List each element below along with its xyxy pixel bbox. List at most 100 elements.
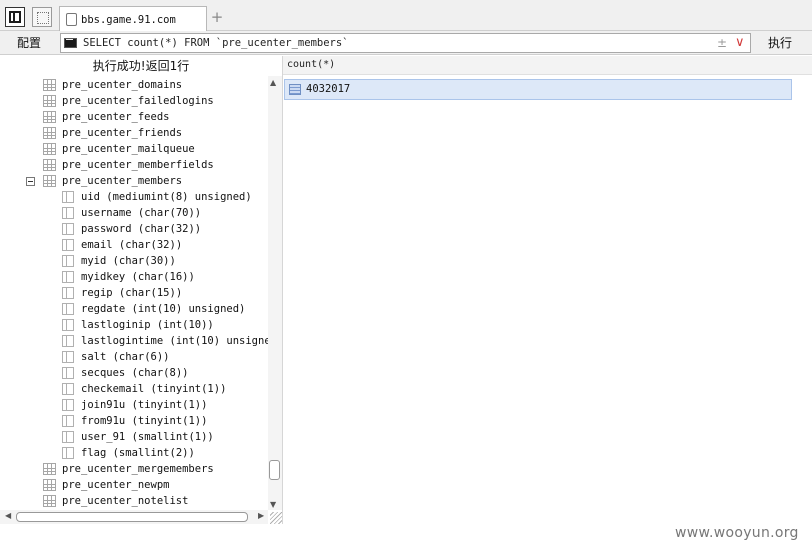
tree-item-column[interactable]: flag (smallint(2)) [0,445,268,461]
tree-item-table-expanded[interactable]: pre_ucenter_members [0,173,268,189]
status-text: 执行成功!返回1行 [92,59,190,73]
sidebar-toggle-button[interactable] [5,7,25,27]
column-icon [62,415,74,427]
tree-item-table[interactable]: pre_ucenter_notelist [0,493,268,509]
column-label: join91u (tinyint(1)) [81,399,208,411]
connection-tab[interactable]: bbs.game.91.com [59,6,207,32]
column-label: myid (char(30)) [81,255,176,267]
scroll-down-icon[interactable]: ▼ [270,500,276,509]
column-label: password (char(32)) [81,223,202,235]
pane-divider[interactable] [282,56,283,526]
blank-tab-button[interactable] [32,7,52,27]
collapse-icon[interactable] [26,177,35,186]
table-icon [43,143,56,155]
column-icon [62,447,74,459]
tree-item-column[interactable]: user_91 (smallint(1)) [0,429,268,445]
table-icon [43,479,56,491]
column-label: salt (char(6)) [81,351,170,363]
terminal-icon [64,38,77,48]
scroll-right-icon[interactable]: ▶ [258,511,264,520]
result-row[interactable]: 4032017 [284,79,792,100]
column-label: user_91 (smallint(1)) [81,431,214,443]
column-icon [62,207,74,219]
table-icon [43,463,56,475]
table-icon [43,111,56,123]
tree-item-column[interactable]: lastlogintime (int(10) unsigned [0,333,268,349]
tree-item-table[interactable]: pre_ucenter_friends [0,125,268,141]
column-label: checkemail (tinyint(1)) [81,383,227,395]
column-icon [62,223,74,235]
column-label: uid (mediumint(8) unsigned) [81,191,252,203]
scroll-up-icon[interactable]: ▲ [270,78,276,87]
new-tab-button[interactable]: + [210,9,224,25]
tree-item-column[interactable]: email (char(32)) [0,237,268,253]
tree-item-column[interactable]: checkemail (tinyint(1)) [0,381,268,397]
column-label: regdate (int(10) unsigned) [81,303,246,315]
tree-item-table[interactable]: pre_ucenter_failedlogins [0,93,268,109]
dotted-square-icon [37,12,49,24]
table-label: pre_ucenter_domains [62,79,183,91]
tree-item-column[interactable]: salt (char(6)) [0,349,268,365]
config-button[interactable]: 配置 [3,33,55,53]
tree-item-column[interactable]: regdate (int(10) unsigned) [0,301,268,317]
column-label: myidkey (char(16)) [81,271,195,283]
column-label: email (char(32)) [81,239,183,251]
execute-button[interactable]: 执行 [754,33,806,53]
clear-icon[interactable]: ± [717,36,727,50]
table-label: pre_ucenter_newpm [62,479,170,491]
column-icon [62,287,74,299]
tree-item-column[interactable]: secques (char(8)) [0,365,268,381]
column-icon [62,271,74,283]
column-icon [62,303,74,315]
tree-item-table[interactable]: pre_ucenter_mergemembers [0,461,268,477]
column-icon [62,383,74,395]
tree-item-table[interactable]: pre_ucenter_newpm [0,477,268,493]
column-icon [62,319,74,331]
column-icon [62,351,74,363]
column-icon [62,239,74,251]
result-column-header[interactable]: count(*) [287,59,335,70]
tree-item-column[interactable]: password (char(32)) [0,221,268,237]
tree-vertical-scrollbar[interactable]: ▲ ▼ [268,76,282,510]
panel-icon [9,11,21,23]
column-label: flag (smallint(2)) [81,447,195,459]
tree-item-table[interactable]: pre_ucenter_feeds [0,109,268,125]
table-icon [43,159,56,171]
tree-item-column[interactable]: username (char(70)) [0,205,268,221]
resize-grip-icon[interactable] [270,512,282,524]
sql-input[interactable]: SELECT count(*) FROM `pre_ucenter_member… [60,33,751,53]
scroll-thumb-horizontal[interactable] [16,512,248,522]
status-message: 执行成功!返回1行 [0,56,282,76]
query-toolbar: 配置 SELECT count(*) FROM `pre_ucenter_mem… [0,31,812,55]
column-label: username (char(70)) [81,207,202,219]
scroll-thumb[interactable] [269,460,280,480]
tree-item-table[interactable]: pre_ucenter_mailqueue [0,141,268,157]
column-label: from91u (tinyint(1)) [81,415,208,427]
result-cell[interactable]: 4032017 [306,83,350,95]
tree-item-table[interactable]: pre_ucenter_domains [0,77,268,93]
column-icon [62,191,74,203]
table-label: pre_ucenter_failedlogins [62,95,214,107]
column-label: secques (char(8)) [81,367,189,379]
tree-item-column[interactable]: join91u (tinyint(1)) [0,397,268,413]
results-header: count(*) [283,56,812,75]
tree-item-column[interactable]: regip (char(15)) [0,285,268,301]
table-icon [43,495,56,507]
table-label: pre_ucenter_notelist [62,495,189,507]
tree-item-column[interactable]: from91u (tinyint(1)) [0,413,268,429]
tree-item-table[interactable]: pre_ucenter_memberfields [0,157,268,173]
chevron-down-icon[interactable]: ∨ [735,35,745,50]
tree-item-column[interactable]: myid (char(30)) [0,253,268,269]
tree-item-column[interactable]: lastloginip (int(10)) [0,317,268,333]
table-label: pre_ucenter_memberfields [62,159,214,171]
table-label: pre_ucenter_mergemembers [62,463,214,475]
tree-item-column[interactable]: uid (mediumint(8) unsigned) [0,189,268,205]
scroll-left-icon[interactable]: ◀ [5,511,11,520]
table-label: pre_ucenter_feeds [62,111,170,123]
tree-item-column[interactable]: myidkey (char(16)) [0,269,268,285]
schema-tree: pre_ucenter_domains pre_ucenter_failedlog… [0,76,268,510]
tree-horizontal-scrollbar[interactable]: ◀ ▶ [0,510,268,524]
column-label: lastlogintime (int(10) unsigned [81,335,268,347]
row-icon [289,84,301,95]
tab-bar: bbs.game.91.com + [0,0,812,32]
